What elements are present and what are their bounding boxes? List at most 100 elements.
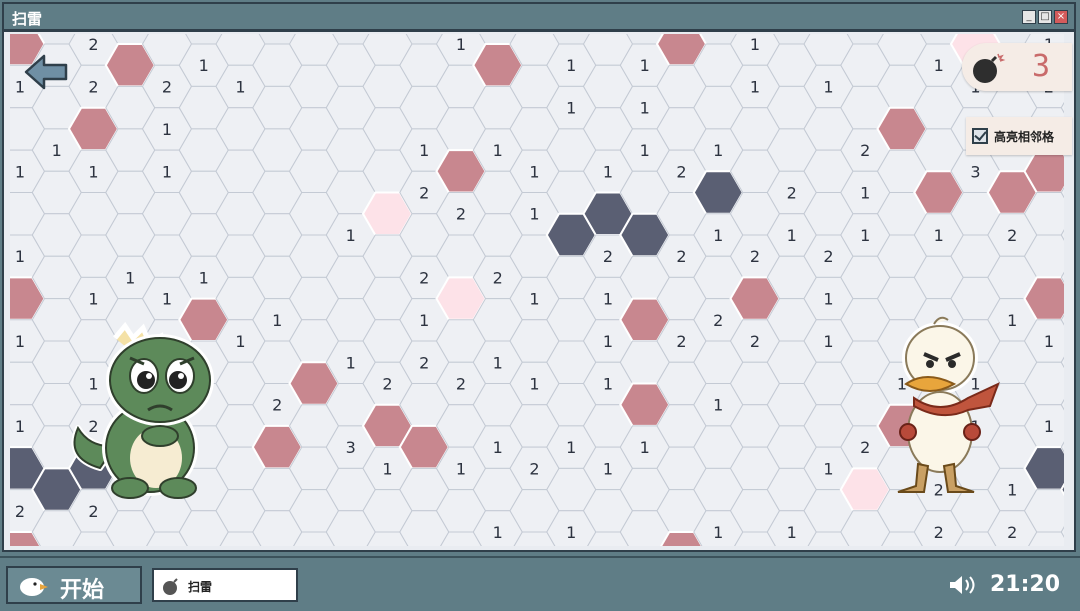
cell-number: 3 bbox=[346, 438, 356, 457]
task-label: 扫雷 bbox=[188, 580, 213, 594]
system-tray: 21:20 bbox=[948, 572, 1060, 597]
cell-number: 2 bbox=[272, 396, 282, 415]
cell-number: 1 bbox=[640, 438, 650, 457]
cell-number: 2 bbox=[676, 332, 686, 351]
cell-number: 1 bbox=[493, 141, 503, 160]
cell-number: 1 bbox=[750, 35, 760, 54]
cell-number: 2 bbox=[603, 247, 613, 266]
cell-number: 1 bbox=[787, 523, 797, 542]
bomb-icon bbox=[973, 53, 1006, 83]
title-bar[interactable]: 扫雷 _ □ × bbox=[4, 4, 1074, 32]
cell-number: 1 bbox=[15, 417, 25, 436]
cell-number: 1 bbox=[456, 35, 466, 54]
cell-number: 3 bbox=[970, 162, 980, 181]
cell-number: 1 bbox=[823, 459, 833, 478]
cell-number: 1 bbox=[860, 184, 870, 203]
cell-number: 1 bbox=[346, 353, 356, 372]
bomb-icon bbox=[163, 578, 178, 595]
cell-number: 2 bbox=[750, 332, 760, 351]
cell-number: 2 bbox=[88, 544, 98, 546]
cell-number: 2 bbox=[88, 502, 98, 521]
cell-number: 1 bbox=[603, 459, 613, 478]
cell-number: 1 bbox=[823, 290, 833, 309]
cell-number: 1 bbox=[162, 290, 172, 309]
cell-number: 2 bbox=[787, 184, 797, 203]
cell-number: 1 bbox=[934, 56, 944, 75]
cell-number: 1 bbox=[1007, 481, 1017, 500]
cell-number: 2 bbox=[419, 268, 429, 287]
duck-logo-icon bbox=[20, 578, 48, 596]
cell-number: 1 bbox=[493, 523, 503, 542]
cell-number: 1 bbox=[88, 290, 98, 309]
highlight-label: 高亮相邻格 bbox=[994, 130, 1055, 144]
cell-number: 1 bbox=[52, 141, 62, 160]
cell-number: 1 bbox=[199, 268, 209, 287]
cell-number: 2 bbox=[750, 247, 760, 266]
cell-number: 1 bbox=[529, 205, 539, 224]
cell-number: 1 bbox=[162, 120, 172, 139]
cell-number: 1 bbox=[529, 162, 539, 181]
cell-number: 2 bbox=[88, 35, 98, 54]
cell-number: 2 bbox=[456, 374, 466, 393]
cell-number: 1 bbox=[787, 226, 797, 245]
cell-number: 2 bbox=[419, 353, 429, 372]
cell-number: 1 bbox=[897, 544, 907, 546]
mines-remaining: 3 bbox=[1031, 49, 1050, 84]
cell-number: 1 bbox=[823, 77, 833, 96]
cell-number: 1 bbox=[162, 162, 172, 181]
cell-number: 2 bbox=[419, 184, 429, 203]
duck-character bbox=[897, 316, 1000, 493]
cell-number: 1 bbox=[235, 77, 245, 96]
cell-number: 2 bbox=[88, 77, 98, 96]
cell-number: 1 bbox=[529, 374, 539, 393]
cell-number: 2 bbox=[713, 311, 723, 330]
speaker-icon[interactable] bbox=[948, 574, 976, 596]
cell-number: 2 bbox=[162, 77, 172, 96]
cell-number: 1 bbox=[272, 311, 282, 330]
cell-number: 1 bbox=[750, 544, 760, 546]
minimize-button[interactable]: _ bbox=[1022, 10, 1036, 24]
cell-number: 1 bbox=[713, 141, 723, 160]
cell-number: 1 bbox=[419, 141, 429, 160]
cell-number: 1 bbox=[566, 99, 576, 118]
maximize-button[interactable]: □ bbox=[1038, 10, 1052, 24]
start-button[interactable]: 开始 bbox=[6, 566, 142, 604]
cell-number: 1 bbox=[88, 162, 98, 181]
cell-number: 1 bbox=[493, 353, 503, 372]
cell-number: 1 bbox=[603, 162, 613, 181]
cell-number: 1 bbox=[566, 56, 576, 75]
cell-number: 1 bbox=[419, 311, 429, 330]
cell-number: 2 bbox=[1007, 523, 1017, 542]
cell-number: 1 bbox=[125, 268, 135, 287]
cell-number: 1 bbox=[750, 77, 760, 96]
cell-number: 1 bbox=[713, 523, 723, 542]
taskbar: 开始 扫雷 21:20 bbox=[0, 556, 1080, 611]
cell-number: 2 bbox=[934, 523, 944, 542]
cell-number: 1 bbox=[456, 544, 466, 546]
mine-counter: 3 bbox=[962, 43, 1072, 91]
cell-number: 1 bbox=[235, 332, 245, 351]
start-label: 开始 bbox=[60, 578, 105, 603]
cell-number: 1 bbox=[1044, 417, 1054, 436]
back-arrow-icon[interactable] bbox=[24, 52, 70, 92]
cell-number: 2 bbox=[860, 141, 870, 160]
cell-number: 2 bbox=[382, 374, 392, 393]
highlight-neighbors-toggle[interactable]: 高亮相邻格 bbox=[966, 117, 1072, 155]
cell-number: 1 bbox=[199, 56, 209, 75]
cell-number: 1 bbox=[493, 438, 503, 457]
window-title: 扫雷 bbox=[12, 10, 43, 28]
close-button[interactable]: × bbox=[1054, 10, 1068, 24]
cell-number: 1 bbox=[456, 459, 466, 478]
cell-number: 1 bbox=[603, 290, 613, 309]
cell-number: 1 bbox=[823, 332, 833, 351]
cell-number: 1 bbox=[603, 374, 613, 393]
cell-number: 1 bbox=[15, 332, 25, 351]
cell-number: 2 bbox=[860, 438, 870, 457]
cell-number: 2 bbox=[1007, 226, 1017, 245]
cell-number: 1 bbox=[640, 141, 650, 160]
highlight-checkbox[interactable] bbox=[972, 128, 988, 144]
cell-number: 1 bbox=[713, 396, 723, 415]
taskbar-item-minesweeper[interactable]: 扫雷 bbox=[152, 568, 298, 602]
cell-number: 1 bbox=[934, 226, 944, 245]
cell-number: 1 bbox=[603, 332, 613, 351]
